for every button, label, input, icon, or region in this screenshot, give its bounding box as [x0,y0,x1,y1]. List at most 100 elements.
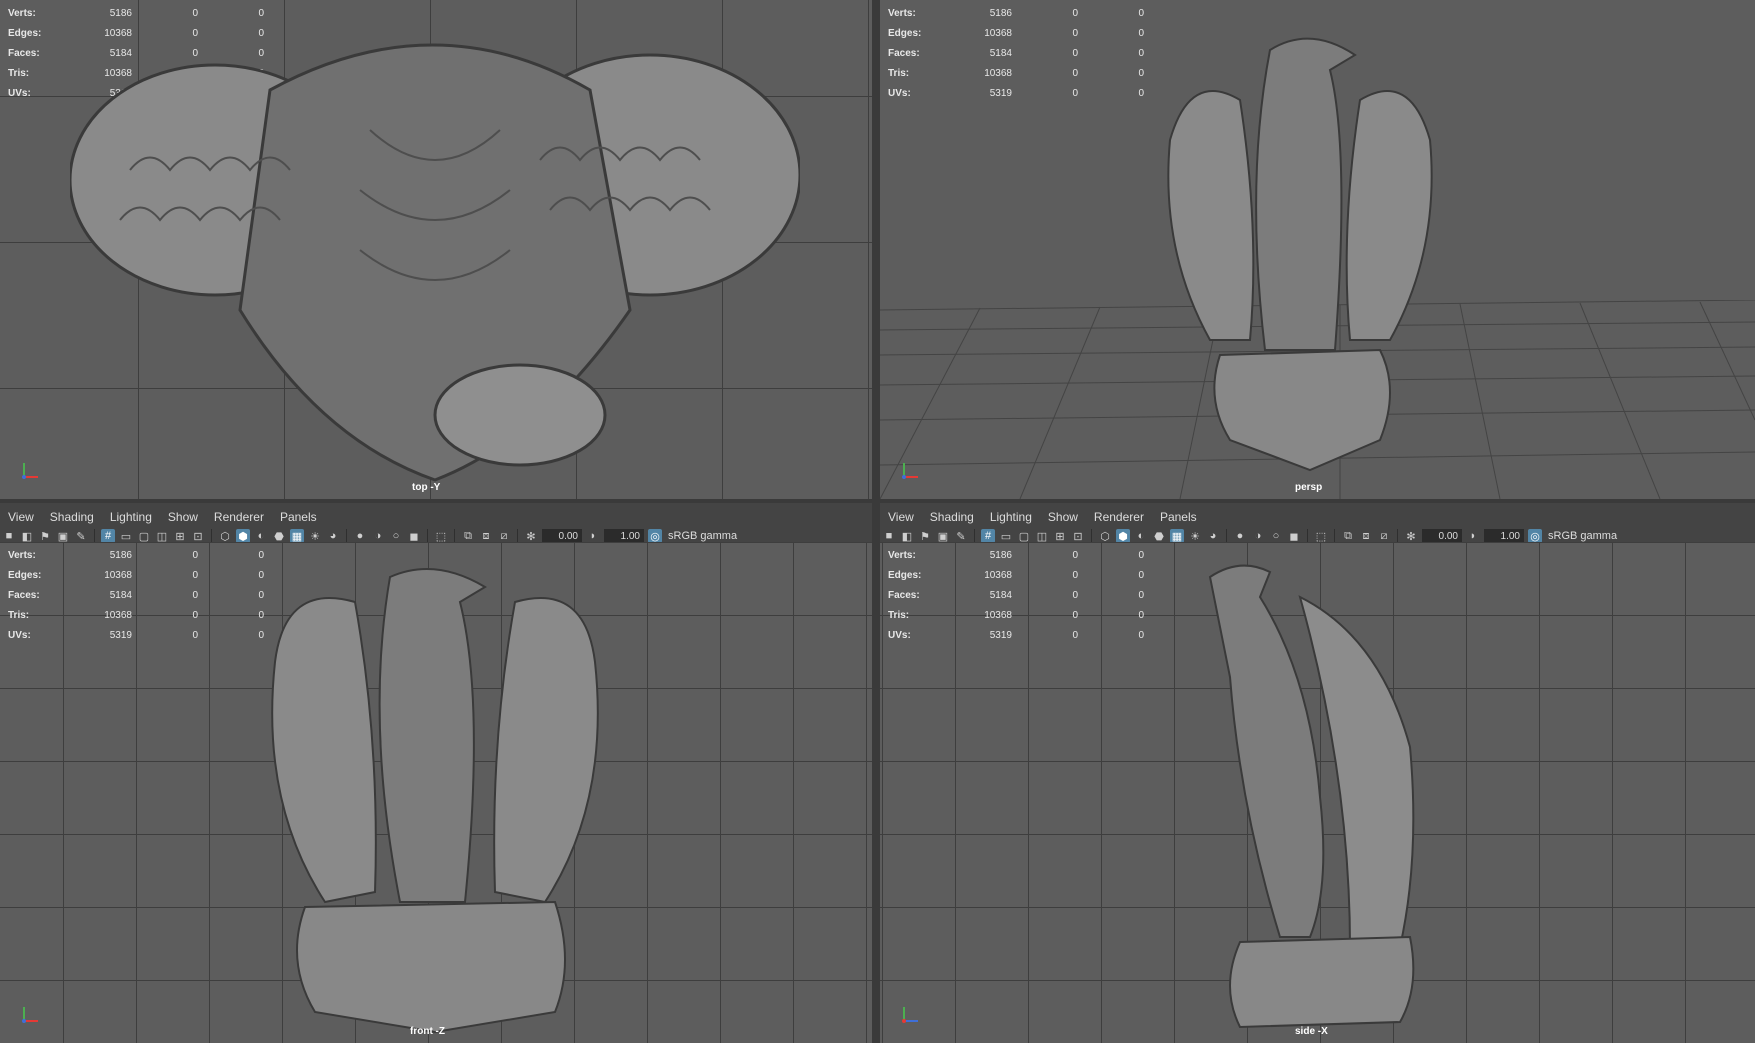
verts-selected: 0 [192,550,198,561]
shadows-icon[interactable]: ◕ [1206,529,1220,543]
camera-icon[interactable]: ■ [2,529,16,543]
exposure-field[interactable]: 0.00 [542,529,582,543]
motion-blur-icon[interactable]: ◑ [371,529,385,543]
color-management-icon[interactable]: ◎ [1528,529,1542,543]
menu-shading[interactable]: Shading [922,510,982,524]
color-management-icon[interactable]: ◎ [648,529,662,543]
menu-panels[interactable]: Panels [1152,510,1205,524]
wireframe-on-shaded-icon[interactable]: ⬣ [272,529,286,543]
menu-lighting[interactable]: Lighting [102,510,160,524]
safe-action-icon[interactable]: ⊡ [191,529,205,543]
horizontal-splitter[interactable] [0,499,1755,503]
menu-panels[interactable]: Panels [272,510,325,524]
safe-action-icon[interactable]: ⊡ [1071,529,1085,543]
resolution-gate-icon[interactable]: ▢ [137,529,151,543]
bookmark-icon[interactable]: ⚑ [918,529,932,543]
wireframe-on-shaded-icon[interactable]: ⬣ [1152,529,1166,543]
image-plane-icon[interactable]: ▣ [56,529,70,543]
xray-icon[interactable]: ⧉ [1341,529,1355,543]
camera-attributes-icon[interactable]: ◧ [20,529,34,543]
bookmark-icon[interactable]: ⚑ [38,529,52,543]
menu-renderer[interactable]: Renderer [1086,510,1152,524]
edges-selected: 0 [1072,570,1078,581]
grid-toggle-icon[interactable]: # [101,529,115,543]
wireframe-icon[interactable]: ⬡ [218,529,232,543]
textured-icon[interactable]: ▦ [1170,529,1184,543]
gamma-field[interactable]: 1.00 [1484,529,1524,543]
axis-gizmo [22,463,38,479]
isolate-select-icon[interactable]: ⬚ [1314,529,1328,543]
uvs-selected: 0 [1072,630,1078,641]
viewport-front[interactable]: Verts: 5186 0 0 Edges: 10368 0 0 Faces: 5184 0 0 … [0,542,872,1043]
depth-of-field-icon[interactable]: ◼ [407,529,421,543]
eagle-model-persp[interactable] [1150,30,1450,475]
gamma-icon[interactable]: ◗ [1466,529,1480,543]
default-material-icon[interactable]: ◐ [1134,529,1148,543]
gamma-field[interactable]: 1.00 [604,529,644,543]
exposure-icon[interactable]: ✻ [1404,529,1418,543]
backface-icon[interactable]: ⧄ [497,529,511,543]
xray-joints-icon[interactable]: ⧈ [1359,529,1373,543]
verts-uv: 0 [1138,8,1144,19]
lights-icon[interactable]: ☀ [308,529,322,543]
xray-icon[interactable]: ⧉ [461,529,475,543]
viewport-top[interactable]: Verts: 5186 0 0 Edges: 10368 0 0 Faces: 5184 0 0 … [0,0,872,499]
lights-icon[interactable]: ☀ [1188,529,1202,543]
backface-icon[interactable]: ⧄ [1377,529,1391,543]
uvs-value: 5319 [989,630,1012,641]
menu-lighting[interactable]: Lighting [982,510,1040,524]
wireframe-icon[interactable]: ⬡ [1098,529,1112,543]
axis-gizmo [902,463,918,479]
grease-pencil-icon[interactable]: ✎ [954,529,968,543]
menu-view[interactable]: View [880,510,922,524]
eagle-model-top[interactable] [70,10,800,490]
image-plane-icon[interactable]: ▣ [936,529,950,543]
gamma-icon[interactable]: ◗ [586,529,600,543]
shadows-icon[interactable]: ◕ [326,529,340,543]
anti-aliasing-icon[interactable]: ○ [389,529,403,543]
viewport-side[interactable]: Verts: 5186 0 0 Edges: 10368 0 0 Faces: 5184 0 0 … [880,542,1755,1043]
field-chart-icon[interactable]: ⊞ [173,529,187,543]
uvs-label: UVs: [8,630,31,641]
exposure-field[interactable]: 0.00 [1422,529,1462,543]
film-gate-icon[interactable]: ▭ [999,529,1013,543]
ambient-occlusion-icon[interactable]: ● [353,529,367,543]
smooth-shade-icon[interactable]: ⬢ [236,529,250,543]
gate-mask-icon[interactable]: ◫ [155,529,169,543]
grid-toggle-icon[interactable]: # [981,529,995,543]
ambient-occlusion-icon[interactable]: ● [1233,529,1247,543]
menu-view[interactable]: View [0,510,42,524]
verts-value: 5186 [109,550,132,561]
viewport-persp[interactable]: Verts: 5186 0 0 Edges: 10368 0 0 Faces: 5184 0 0 … [880,0,1755,499]
grease-pencil-icon[interactable]: ✎ [74,529,88,543]
menu-show[interactable]: Show [160,510,206,524]
gate-mask-icon[interactable]: ◫ [1035,529,1049,543]
film-gate-icon[interactable]: ▭ [119,529,133,543]
menu-renderer[interactable]: Renderer [206,510,272,524]
uvs-selected: 0 [192,630,198,641]
default-material-icon[interactable]: ◐ [254,529,268,543]
isolate-select-icon[interactable]: ⬚ [434,529,448,543]
heads-up-display: Verts: 5186 0 0 Edges: 10368 0 0 Faces: 5184 0 0 … [888,546,1144,646]
anti-aliasing-icon[interactable]: ○ [1269,529,1283,543]
motion-blur-icon[interactable]: ◑ [1251,529,1265,543]
vertical-splitter[interactable] [872,0,880,1043]
resolution-gate-icon[interactable]: ▢ [1017,529,1031,543]
xray-joints-icon[interactable]: ⧈ [479,529,493,543]
camera-icon[interactable]: ■ [882,529,896,543]
depth-of-field-icon[interactable]: ◼ [1287,529,1301,543]
menu-shading[interactable]: Shading [42,510,102,524]
uvs-value: 5319 [989,88,1012,99]
colorspace-label[interactable]: sRGB gamma [1548,530,1617,542]
faces-label: Faces: [8,590,40,601]
textured-icon[interactable]: ▦ [290,529,304,543]
exposure-icon[interactable]: ✻ [524,529,538,543]
verts-label: Verts: [888,550,916,561]
menu-show[interactable]: Show [1040,510,1086,524]
eagle-model-side[interactable] [1200,557,1440,1037]
field-chart-icon[interactable]: ⊞ [1053,529,1067,543]
eagle-model-front[interactable] [255,562,615,1038]
smooth-shade-icon[interactable]: ⬢ [1116,529,1130,543]
camera-attributes-icon[interactable]: ◧ [900,529,914,543]
colorspace-label[interactable]: sRGB gamma [668,530,737,542]
